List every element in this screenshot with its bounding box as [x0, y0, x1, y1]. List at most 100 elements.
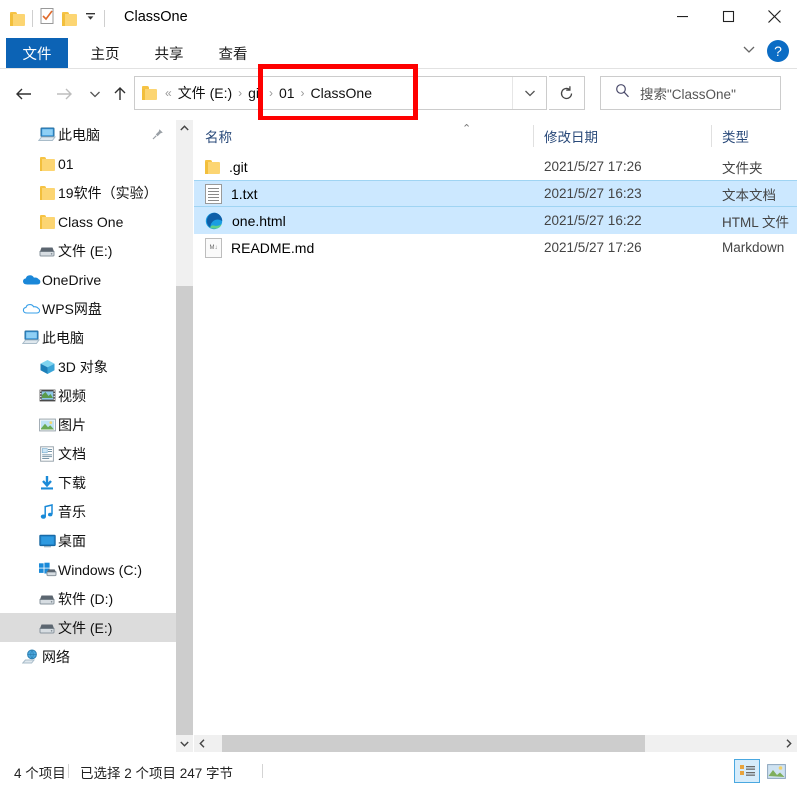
- sidebar-item-label: 文件 (E:): [58, 242, 113, 259]
- qat-divider: [32, 10, 33, 27]
- large-icons-view-button[interactable]: [763, 759, 789, 783]
- file-date-cell: 2021/5/27 16:22: [544, 213, 642, 228]
- sidebar-scrollbar[interactable]: [176, 120, 193, 735]
- up-button[interactable]: [106, 69, 134, 119]
- file-date-cell: 2021/5/27 16:23: [544, 186, 642, 201]
- sidebar-item-7[interactable]: 此电脑: [0, 323, 176, 352]
- tab-home[interactable]: 主页: [78, 38, 132, 68]
- horizontal-scrollbar[interactable]: [194, 735, 797, 752]
- sidebar-item-label: 网络: [42, 648, 70, 665]
- navigation-pane: 此电脑 01 19软件（实验） Class One 文件 (E:) OneDrive WPS…: [0, 120, 176, 735]
- sort-indicator-icon: ⌃: [462, 123, 472, 135]
- refresh-button[interactable]: [549, 76, 585, 110]
- tab-view[interactable]: 查看: [206, 38, 260, 68]
- sidebar-item-8[interactable]: 3D 对象: [0, 352, 176, 381]
- sidebar-item-16[interactable]: 软件 (D:): [0, 584, 176, 613]
- table-row[interactable]: one.html 2021/5/27 16:22 HTML 文件: [194, 207, 797, 234]
- column-divider-1[interactable]: [533, 125, 534, 147]
- sidebar-item-icon: [36, 621, 58, 635]
- sidebar-item-14[interactable]: 桌面: [0, 526, 176, 555]
- file-rows: .git 2021/5/27 17:26 文件夹 1.txt 2021/5/27 16:…: [194, 153, 797, 261]
- sidebar-item-3[interactable]: Class One: [0, 207, 176, 236]
- customize-dropdown-icon[interactable]: [84, 10, 97, 28]
- sidebar-item-label: Windows (C:): [58, 561, 143, 578]
- sidebar-item-label: 视频: [58, 387, 86, 404]
- tab-share[interactable]: 共享: [142, 38, 196, 68]
- column-header-0[interactable]: 名称: [194, 120, 532, 152]
- minimize-button[interactable]: [659, 0, 705, 32]
- breadcrumb-item-01[interactable]: 01: [275, 85, 299, 101]
- breadcrumb-separator-3[interactable]: ›: [299, 86, 307, 100]
- horizontal-scrollbar-thumb[interactable]: [222, 735, 645, 752]
- column-header-1[interactable]: 修改日期: [533, 120, 711, 152]
- file-name-cell: one.html: [205, 212, 286, 230]
- sidebar-item-9[interactable]: 视频: [0, 381, 176, 410]
- sidebar-item-1[interactable]: 01: [0, 149, 176, 178]
- sidebar-item-icon: [36, 359, 58, 375]
- breadcrumb-item-classone[interactable]: ClassOne: [307, 85, 376, 101]
- sidebar-scrollbar-thumb[interactable]: [176, 286, 193, 735]
- hscroll-right-button[interactable]: [780, 735, 797, 752]
- column-divider-2[interactable]: [711, 125, 712, 147]
- textfile-icon: [205, 183, 222, 204]
- address-bar[interactable]: « 文件 (E:) › git › 01 › ClassOne: [134, 76, 547, 110]
- address-dropdown-button[interactable]: [512, 77, 546, 109]
- details-view-button[interactable]: [734, 759, 760, 783]
- sidebar-item-icon: [36, 445, 58, 462]
- sidebar-item-12[interactable]: 下载: [0, 468, 176, 497]
- pin-icon[interactable]: [151, 128, 164, 144]
- music-icon: [40, 503, 54, 520]
- breadcrumb-separator-1[interactable]: ›: [236, 86, 244, 100]
- sidebar-item-icon: [36, 534, 58, 548]
- breadcrumb-separator-2[interactable]: ›: [267, 86, 275, 100]
- breadcrumb-item-drive[interactable]: 文件 (E:): [174, 83, 236, 103]
- table-row[interactable]: .git 2021/5/27 17:26 文件夹: [194, 153, 797, 180]
- sidebar-item-0[interactable]: 此电脑: [0, 120, 176, 149]
- sidebar-item-2[interactable]: 19软件（实验）: [0, 178, 176, 207]
- documents-icon: [39, 445, 55, 462]
- sidebar-item-10[interactable]: 图片: [0, 410, 176, 439]
- properties-icon[interactable]: [40, 8, 55, 29]
- forward-button[interactable]: [46, 69, 82, 119]
- sidebar-scroll-down-button[interactable]: [176, 735, 193, 752]
- sidebar-item-4[interactable]: 文件 (E:): [0, 236, 176, 265]
- table-row[interactable]: 1.txt 2021/5/27 16:23 文本文档: [194, 180, 797, 207]
- sidebar-item-6[interactable]: WPS网盘: [0, 294, 176, 323]
- sidebar-item-label: 此电脑: [42, 329, 84, 346]
- new-folder-icon[interactable]: [62, 11, 77, 26]
- computer-icon: [38, 127, 56, 142]
- file-type-cell: HTML 文件: [722, 214, 789, 230]
- onedrive-icon: [22, 273, 41, 286]
- sidebar-item-5[interactable]: OneDrive: [0, 265, 176, 294]
- search-box[interactable]: 搜索"ClassOne": [600, 76, 781, 110]
- file-name-label: .git: [229, 158, 248, 175]
- sidebar-item-label: Class One: [58, 213, 124, 230]
- hscroll-left-button[interactable]: [194, 735, 211, 752]
- sidebar-item-15[interactable]: Windows (C:): [0, 555, 176, 584]
- folder-icon[interactable]: [10, 11, 25, 26]
- desktop-icon: [38, 534, 56, 548]
- close-button[interactable]: [751, 0, 797, 32]
- folder-icon: [205, 159, 220, 174]
- recent-locations-button[interactable]: [82, 69, 108, 119]
- help-button[interactable]: ?: [767, 40, 789, 62]
- ribbon-tabbar: 文件 主页 共享 查看: [0, 38, 797, 68]
- table-row[interactable]: M↓ README.md 2021/5/27 17:26 Markdown: [194, 234, 797, 261]
- sidebar-item-11[interactable]: 文档: [0, 439, 176, 468]
- sidebar-item-icon: [36, 244, 58, 258]
- chevron-down-icon[interactable]: [741, 41, 757, 62]
- sidebar-item-13[interactable]: 音乐: [0, 497, 176, 526]
- maximize-button[interactable]: [705, 0, 751, 32]
- sidebar-item-icon: [36, 214, 58, 229]
- back-button[interactable]: [6, 69, 42, 119]
- sidebar-scroll-up-button[interactable]: [176, 120, 193, 137]
- search-input[interactable]: 搜索"ClassOne": [640, 83, 736, 103]
- tab-file[interactable]: 文件: [6, 38, 68, 68]
- breadcrumb-overflow[interactable]: «: [163, 86, 174, 100]
- breadcrumb-item-git[interactable]: git: [244, 85, 267, 101]
- sidebar-item-icon: [36, 418, 58, 432]
- column-header-2[interactable]: 类型: [711, 120, 797, 152]
- downloads-icon: [39, 475, 55, 491]
- sidebar-item-18[interactable]: 网络: [0, 642, 176, 671]
- sidebar-item-17[interactable]: 文件 (E:): [0, 613, 176, 642]
